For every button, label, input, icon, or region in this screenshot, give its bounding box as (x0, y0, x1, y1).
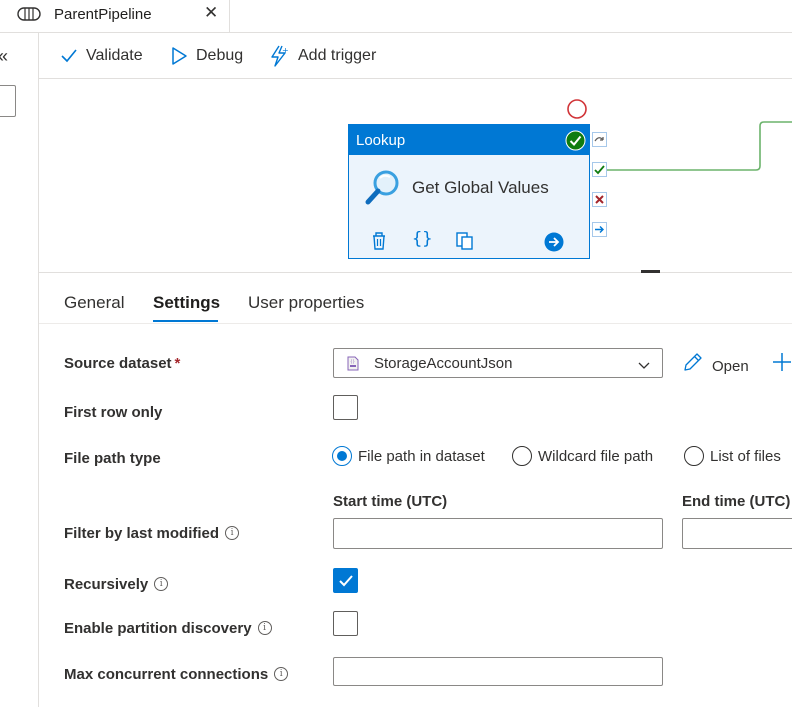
canvas-divider (39, 272, 792, 273)
debug-button[interactable]: Debug (170, 43, 243, 69)
radio-label: Wildcard file path (538, 447, 654, 465)
filter-label-text: Filter by last modified (64, 525, 220, 542)
success-output-port-icon[interactable] (592, 162, 607, 177)
activity-type-label: Lookup (356, 132, 406, 149)
enable-partition-discovery-label: Enable partition discovery i (64, 620, 272, 637)
start-time-header: Start time (UTC) (333, 493, 448, 510)
dataset-json-icon: {} (347, 356, 359, 376)
plus-icon[interactable] (772, 352, 792, 377)
success-status-icon (565, 130, 586, 156)
collapse-chevron-icon[interactable]: « (0, 46, 8, 67)
recursively-label-text: Recursively (64, 576, 149, 593)
recursively-label: Recursively i (64, 576, 169, 593)
pipeline-icon (17, 6, 41, 27)
play-icon (170, 46, 188, 66)
max-conn-label-text: Max concurrent connections (64, 666, 269, 683)
chevron-down-icon (638, 357, 650, 375)
activity-name: Get Global Values (412, 178, 549, 197)
add-trigger-button[interactable]: + Add trigger (268, 43, 376, 69)
radio-label: List of files (710, 447, 781, 465)
info-icon[interactable]: i (257, 621, 272, 635)
end-time-header: End time (UTC) (682, 493, 791, 510)
tabs-divider (39, 323, 792, 324)
source-dataset-label-text: Source dataset (64, 355, 172, 372)
max-concurrent-connections-label: Max concurrent connections i (64, 666, 289, 683)
filter-by-last-modified-label: Filter by last modified i (64, 525, 240, 542)
copy-icon[interactable] (455, 231, 475, 256)
max-concurrent-connections-input[interactable] (333, 657, 663, 686)
enable-partition-discovery-checkbox[interactable] (333, 611, 358, 636)
lookup-magnifier-icon (364, 168, 402, 213)
lightning-icon: + (268, 45, 290, 67)
panel-resize-handle[interactable] (641, 270, 660, 273)
tab-title: ParentPipeline (54, 6, 152, 23)
info-icon[interactable]: i (225, 526, 240, 540)
delete-icon[interactable] (370, 231, 388, 256)
radio-wildcard-file-path[interactable]: Wildcard file path (512, 444, 653, 468)
pencil-icon (682, 352, 703, 377)
radio-unselected-icon (512, 446, 532, 466)
add-trigger-label: Add trigger (298, 47, 377, 64)
left-rail (0, 33, 39, 707)
radio-label: File path in dataset (358, 447, 485, 465)
radio-list-of-files[interactable]: List of files (684, 444, 781, 468)
info-icon[interactable]: i (154, 577, 169, 591)
svg-text:{}: {} (350, 359, 356, 364)
svg-text:+: + (282, 46, 289, 55)
start-time-input[interactable] (333, 518, 663, 549)
open-dataset-button[interactable]: Open (682, 352, 749, 377)
source-dataset-select[interactable]: {} StorageAccountJson (333, 348, 663, 378)
source-dataset-label: Source dataset * (64, 355, 180, 372)
failure-output-port-icon[interactable] (592, 192, 607, 207)
checkmark-icon (338, 574, 353, 586)
partition-label-text: Enable partition discovery (64, 620, 252, 637)
active-tab-indicator (153, 320, 218, 322)
tab-settings[interactable]: Settings (153, 293, 220, 313)
radio-unselected-icon (684, 446, 704, 466)
rail-search-input[interactable] (0, 85, 16, 117)
first-row-only-label: First row only (64, 404, 163, 421)
arrow-right-circle-icon[interactable] (544, 232, 564, 257)
recursively-checkbox[interactable] (333, 568, 358, 593)
end-time-input[interactable] (682, 518, 792, 549)
activity-connector (606, 121, 792, 171)
completion-output-port-icon[interactable] (592, 222, 607, 237)
code-braces-icon[interactable]: {} (412, 229, 432, 249)
close-icon[interactable]: ✕ (204, 3, 218, 23)
breakpoint-icon[interactable] (566, 98, 588, 125)
radio-selected-icon (332, 446, 352, 466)
first-row-only-checkbox[interactable] (333, 395, 358, 420)
tab-user-properties[interactable]: User properties (248, 293, 364, 313)
file-path-type-label: File path type (64, 450, 161, 467)
info-icon[interactable]: i (274, 667, 289, 681)
tab-parent-pipeline[interactable]: ParentPipeline ✕ (0, 0, 230, 32)
checkmark-icon (60, 47, 78, 65)
open-label: Open (712, 358, 749, 375)
pipeline-toolbar (39, 33, 792, 79)
source-dataset-value: StorageAccountJson (374, 355, 513, 372)
validate-label: Validate (86, 47, 143, 64)
required-mark: * (174, 355, 181, 372)
tab-general[interactable]: General (64, 293, 124, 313)
skip-output-port-icon[interactable] (592, 132, 607, 147)
validate-button[interactable]: Validate (60, 43, 143, 69)
debug-label: Debug (196, 47, 244, 64)
radio-file-path-in-dataset[interactable]: File path in dataset (332, 444, 485, 468)
